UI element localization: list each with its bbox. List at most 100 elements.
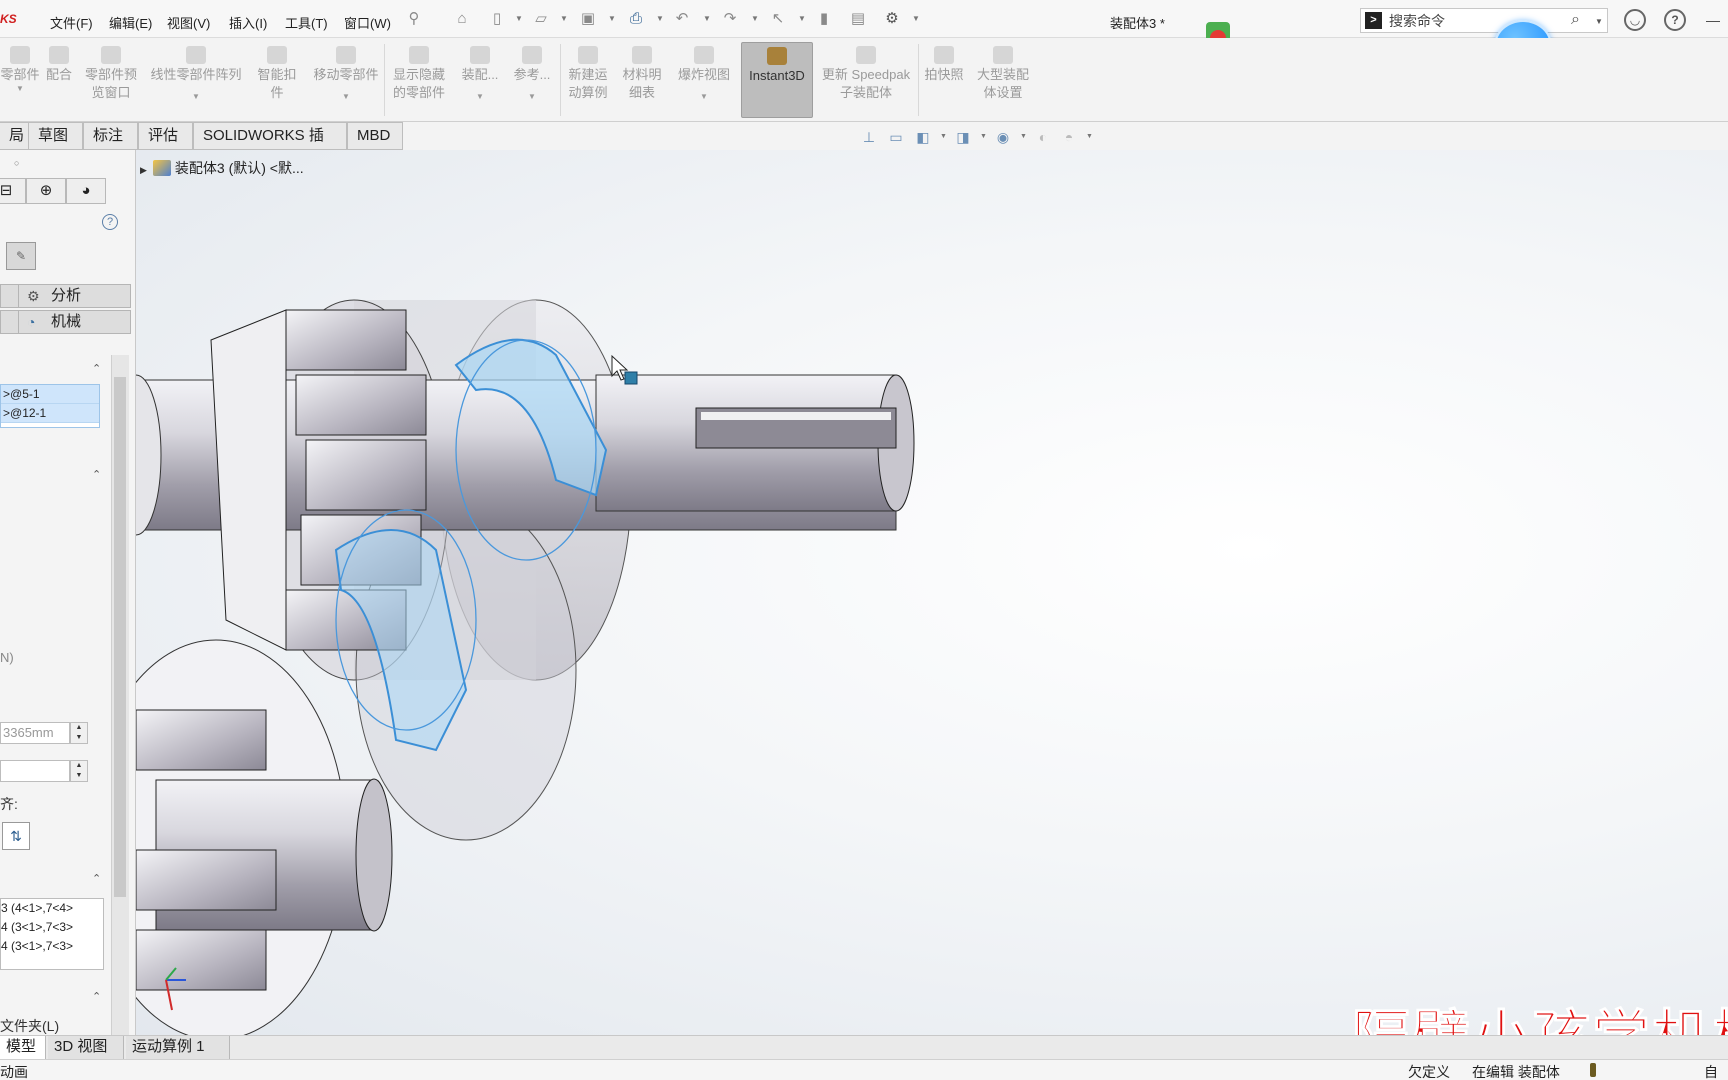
smart-fasteners-button[interactable]: 智能扣 件 bbox=[252, 42, 302, 118]
assembly-model-render[interactable] bbox=[136, 150, 1728, 1035]
view-orientation-icon[interactable]: ⊥ bbox=[860, 128, 878, 146]
file-properties-icon[interactable]: ▤ bbox=[848, 10, 868, 28]
rebuild-icon[interactable]: ▮ bbox=[814, 10, 834, 28]
options-caret-icon[interactable]: ▼ bbox=[912, 14, 920, 23]
tab-3d-view[interactable]: 3D 视图 bbox=[48, 1036, 124, 1059]
undo-caret-icon[interactable]: ▼ bbox=[703, 14, 711, 23]
mechanical-mates-row[interactable]: ◔ 机械 bbox=[0, 310, 131, 334]
save-caret-icon[interactable]: ▼ bbox=[608, 14, 616, 23]
menu-file[interactable]: 文件(F) bbox=[50, 13, 93, 32]
scene-icon[interactable]: ◓ bbox=[1060, 128, 1078, 146]
pushpin-icon[interactable]: ✎ bbox=[6, 242, 36, 270]
scene-caret-icon[interactable]: ▼ bbox=[1086, 133, 1093, 140]
new-motion-study-button[interactable]: 新建运 动算例 bbox=[564, 42, 612, 118]
search-icon[interactable]: ⌕ bbox=[1571, 11, 1580, 29]
menu-tools[interactable]: 工具(T) bbox=[285, 13, 328, 32]
user-account-icon[interactable]: ◡ bbox=[1624, 9, 1646, 31]
cmd-caret-icon[interactable]: ▼ bbox=[672, 92, 736, 102]
component-preview-window-button[interactable]: 零部件预 览窗口 bbox=[80, 42, 142, 118]
redo-icon[interactable]: ↷ bbox=[720, 10, 740, 28]
mate-item[interactable]: 3 (4<1>,7<4> bbox=[1, 899, 103, 918]
menu-window[interactable]: 窗口(W) bbox=[344, 13, 391, 32]
graphics-area[interactable]: ▶ 装配体3 (默认) <默... bbox=[136, 150, 1728, 1035]
menu-insert[interactable]: 插入(I) bbox=[229, 13, 267, 32]
open-caret-icon[interactable]: ▼ bbox=[560, 14, 568, 23]
open-folder-icon[interactable]: ▱ bbox=[531, 10, 551, 28]
section-view-icon[interactable]: ◧ bbox=[914, 128, 932, 146]
section-caret-icon[interactable]: ▼ bbox=[940, 133, 947, 140]
print-caret-icon[interactable]: ▼ bbox=[656, 14, 664, 23]
help-icon[interactable]: ? bbox=[102, 214, 118, 230]
distance-spinner-icon[interactable]: ▲ ▼ bbox=[70, 722, 88, 744]
cmd-caret-icon[interactable]: ▼ bbox=[508, 92, 556, 102]
mate-item[interactable]: 4 (3<1>,7<3> bbox=[1, 918, 103, 937]
tab-solidworks-addins[interactable]: SOLIDWORKS 插件 bbox=[193, 122, 347, 170]
redo-caret-icon[interactable]: ▼ bbox=[751, 14, 759, 23]
pin-icon[interactable]: ⚲ bbox=[404, 10, 424, 28]
menu-view[interactable]: 视图(V) bbox=[167, 13, 210, 32]
insert-component-button[interactable]: 零部件 ▼ bbox=[0, 42, 40, 118]
rebuild-status-icon[interactable] bbox=[1590, 1063, 1596, 1077]
new-caret-icon[interactable]: ▼ bbox=[515, 14, 523, 23]
tab-model[interactable]: 模型 bbox=[0, 1036, 46, 1059]
print-icon[interactable]: ⎙ bbox=[626, 10, 646, 28]
previous-view-icon[interactable]: ▭ bbox=[887, 128, 905, 146]
options-gear-icon[interactable]: ⚙ bbox=[882, 10, 902, 28]
tab-sketch[interactable]: 草图 bbox=[28, 122, 83, 150]
show-hidden-components-button[interactable]: 显示隐藏 的零部件 bbox=[388, 42, 450, 118]
exploded-view-button[interactable]: 爆炸视图 ▼ bbox=[672, 42, 736, 118]
tab-markup[interactable]: 标注 bbox=[83, 122, 138, 150]
instant3d-button[interactable]: Instant3D bbox=[741, 42, 813, 118]
hide-show-caret-icon[interactable]: ▼ bbox=[1020, 133, 1027, 140]
view-cube-icon[interactable]: ◨ bbox=[954, 128, 972, 146]
mates-list[interactable]: 3 (4<1>,7<4> 4 (3<1>,7<3> 4 (3<1>,7<3> bbox=[0, 898, 104, 970]
tab-mbd[interactable]: MBD bbox=[347, 122, 403, 150]
mate-selections-list[interactable]: >@5-1 >@12-1 bbox=[0, 384, 100, 428]
search-caret-icon[interactable]: ▼ bbox=[1595, 17, 1603, 26]
analysis-mates-row[interactable]: ⚙ 分析 bbox=[0, 284, 131, 308]
large-assembly-settings-button[interactable]: 大型装配 体设置 bbox=[970, 42, 1036, 118]
search-commands-box[interactable]: > ⌕ ▼ bbox=[1360, 8, 1608, 33]
angle-spinner-icon[interactable]: ▲ ▼ bbox=[70, 760, 88, 782]
linear-component-pattern-button[interactable]: 线性零部件阵列 ▼ bbox=[146, 42, 246, 118]
collapse-mate-types-icon[interactable]: ⌃ bbox=[92, 468, 101, 481]
panel-scrollbar[interactable] bbox=[111, 355, 129, 1035]
appearance-icon[interactable]: ◐ bbox=[1034, 128, 1052, 146]
select-caret-icon[interactable]: ▼ bbox=[798, 14, 806, 23]
angle-field[interactable] bbox=[0, 760, 70, 782]
reference-geometry-button[interactable]: 参考... ▼ bbox=[508, 42, 556, 118]
help-icon[interactable]: ? bbox=[1664, 9, 1686, 31]
selection-item[interactable]: >@5-1 bbox=[1, 385, 99, 404]
tab-dimxpert-icon[interactable]: ⊕ bbox=[26, 178, 66, 204]
mate-item[interactable]: 4 (3<1>,7<3> bbox=[1, 937, 103, 956]
collapse-mates-icon[interactable]: ⌃ bbox=[92, 872, 101, 885]
update-speedpak-button[interactable]: 更新 Speedpak 子装配体 bbox=[818, 42, 914, 118]
tab-evaluate[interactable]: 评估 bbox=[138, 122, 193, 150]
cmd-caret-icon[interactable]: ▼ bbox=[146, 92, 246, 102]
menu-edit[interactable]: 编辑(E) bbox=[109, 13, 152, 32]
hide-show-items-icon[interactable]: ◉ bbox=[994, 128, 1012, 146]
panel-drag-handle-icon[interactable]: ○ bbox=[14, 158, 19, 168]
select-cursor-icon[interactable]: ↖ bbox=[768, 10, 788, 28]
selection-item[interactable]: >@12-1 bbox=[1, 404, 99, 423]
view-cube-caret-icon[interactable]: ▼ bbox=[980, 133, 987, 140]
move-component-button[interactable]: 移动零部件 ▼ bbox=[306, 42, 386, 118]
undo-icon[interactable]: ↶ bbox=[672, 10, 692, 28]
cmd-caret-icon[interactable]: ▼ bbox=[456, 92, 504, 102]
mate-button[interactable]: 配合 bbox=[40, 42, 78, 118]
save-icon[interactable]: ▣ bbox=[578, 10, 598, 28]
assembly-features-button[interactable]: 装配... ▼ bbox=[456, 42, 504, 118]
cmd-caret-icon[interactable]: ▼ bbox=[306, 92, 386, 102]
bill-of-materials-button[interactable]: 材料明 细表 bbox=[618, 42, 666, 118]
status-custom[interactable]: 自选 bbox=[1704, 1062, 1728, 1080]
distance-field[interactable]: 3365mm bbox=[0, 722, 70, 744]
tab-configuration-icon[interactable]: ⊟ bbox=[0, 178, 26, 204]
panel-scrollbar-thumb[interactable] bbox=[114, 377, 126, 897]
anti-aligned-icon[interactable]: ⇅ bbox=[2, 822, 30, 850]
new-document-icon[interactable]: ▯ bbox=[487, 10, 507, 28]
cmd-caret-icon[interactable]: ▼ bbox=[0, 84, 40, 94]
collapse-selections-icon[interactable]: ⌃ bbox=[92, 362, 101, 375]
tab-motion-study[interactable]: 运动算例 1 bbox=[126, 1036, 230, 1059]
minimize-icon[interactable]: — bbox=[1706, 12, 1720, 28]
home-icon[interactable]: ⌂ bbox=[452, 10, 472, 28]
